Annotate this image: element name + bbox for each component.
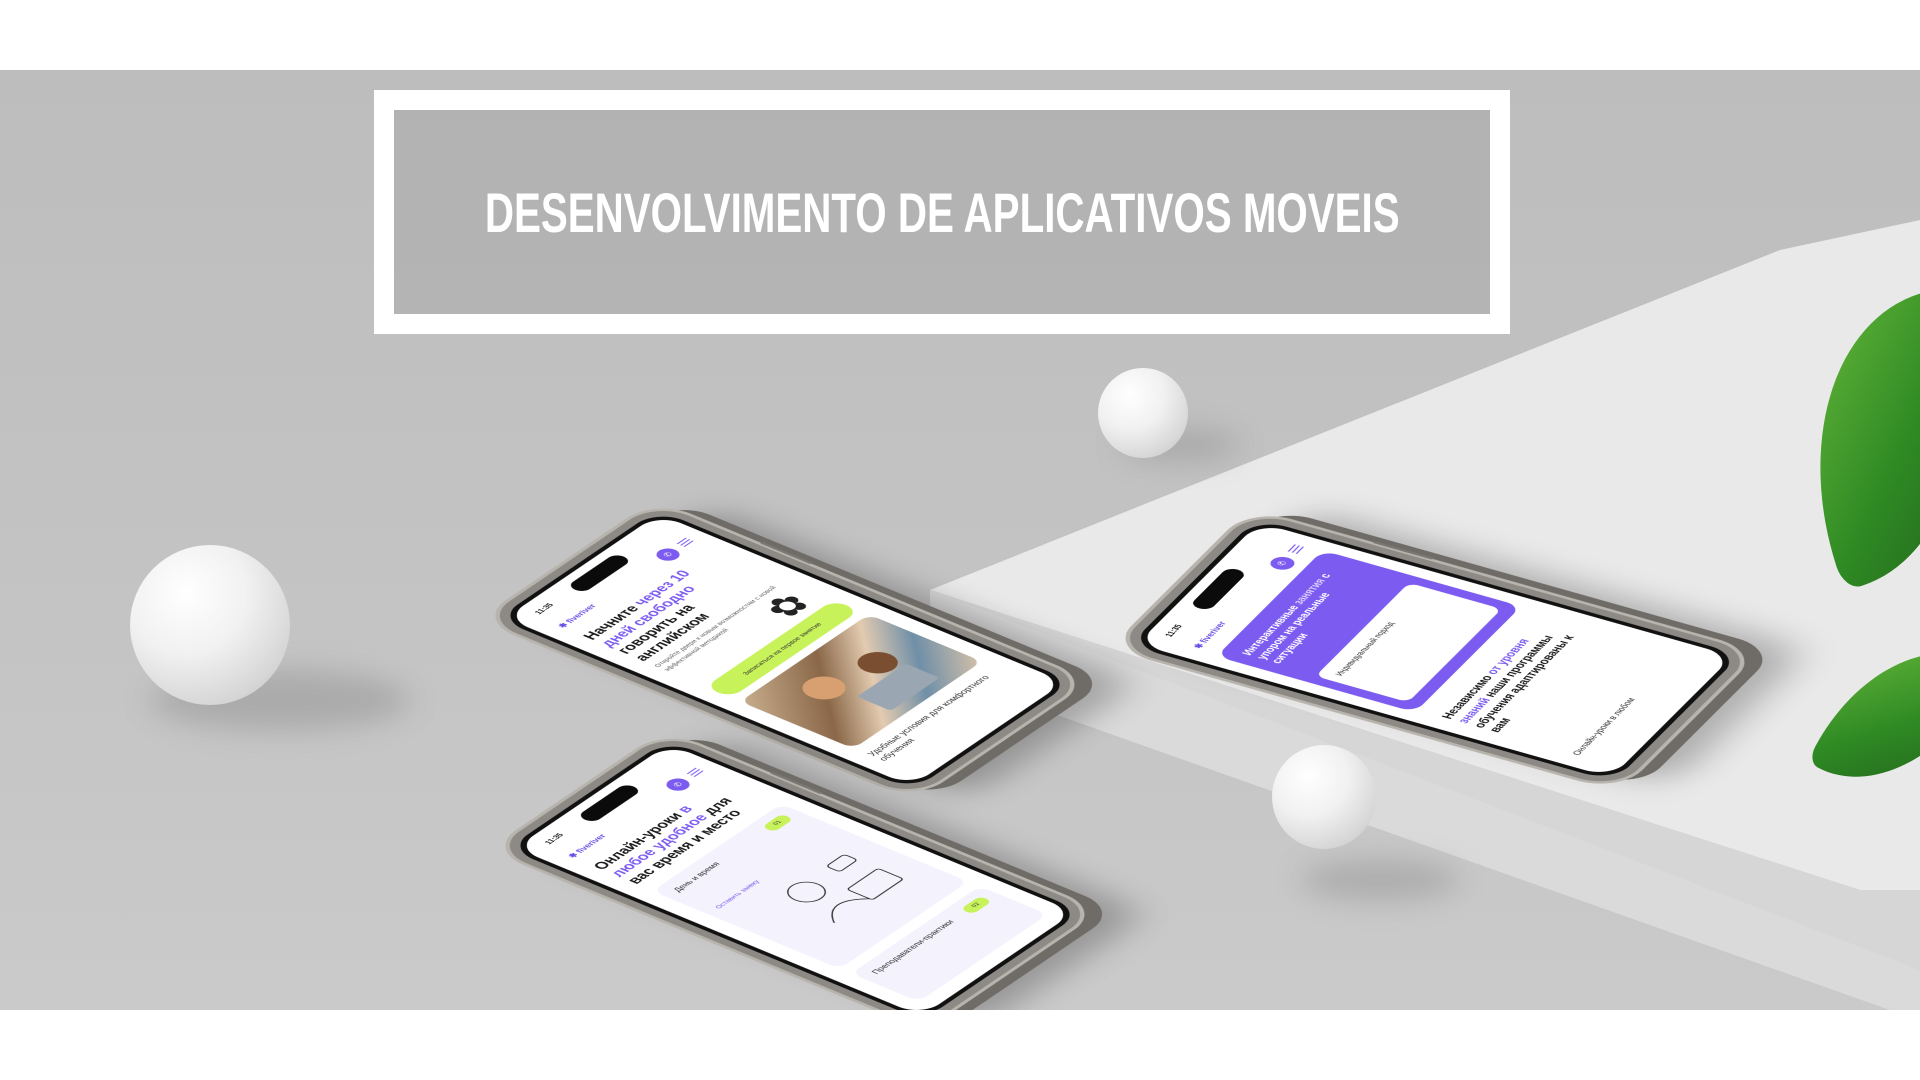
section-title: Онлайн-уроки в любом [1570,696,1639,757]
status-time: 11:35 [542,832,566,846]
inner-card-title: Индивидуальный подход [1332,620,1396,677]
sphere-shadow [1300,860,1460,900]
sphere [130,545,290,705]
mockup-scene: DESENVOLVIMENTO DE APLICATIVOS MOVEIS 11… [0,70,1920,1010]
phone-icon[interactable]: ✆ [661,776,695,794]
sphere [1272,745,1376,849]
menu-icon[interactable] [686,767,704,777]
dynamic-island [576,783,643,824]
phone-icon[interactable]: ✆ [1266,554,1299,572]
teacher-illustration [787,854,903,923]
title-frame: DESENVOLVIMENTO DE APLICATIVOS MOVEIS [374,90,1510,334]
brand-logo[interactable]: ✱fiveriver [1191,620,1229,650]
logo-star-icon: ✱ [1191,642,1207,650]
brand-name: fiveriver [572,832,609,855]
dynamic-island [1189,566,1248,612]
status-time: 11:35 [532,602,556,616]
menu-icon[interactable] [676,537,694,547]
status-time: 11:35 [1162,623,1185,638]
dynamic-island [566,553,633,594]
brand-name: fiveriver [562,602,599,625]
brand-name: fiveriver [1197,620,1229,644]
menu-icon[interactable] [1287,544,1304,554]
page-title: DESENVOLVIMENTO DE APLICATIVOS MOVEIS [484,180,1400,244]
sphere [1098,368,1188,458]
photo-person [793,671,855,705]
hero-photo [740,614,983,749]
phone-icon[interactable]: ✆ [651,546,685,564]
